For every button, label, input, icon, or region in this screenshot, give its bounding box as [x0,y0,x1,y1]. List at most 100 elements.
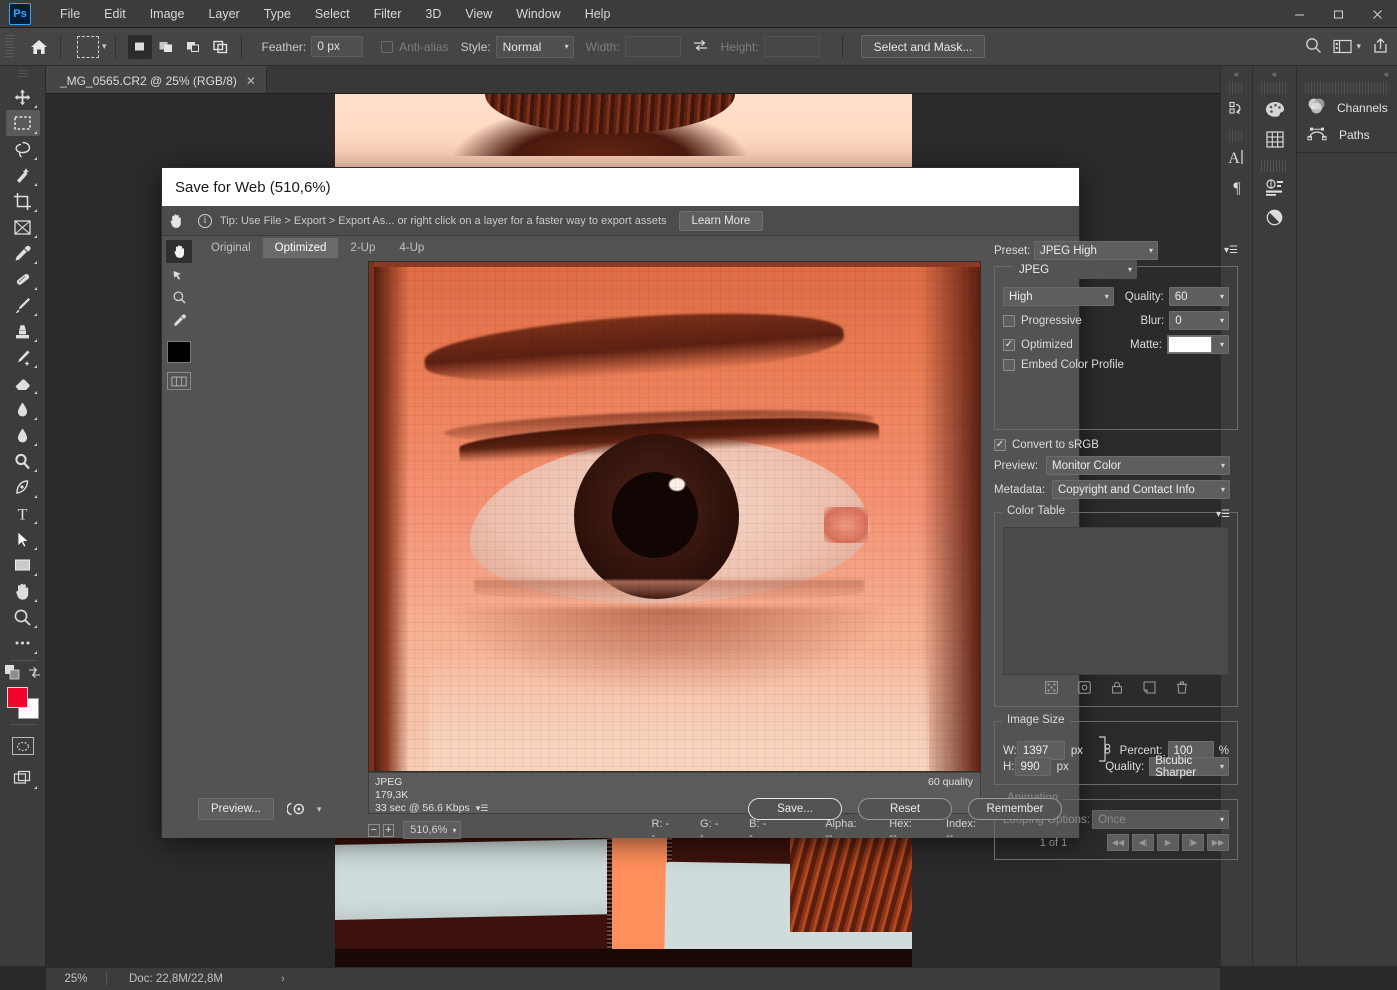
select-and-mask-button[interactable]: Select and Mask... [861,35,986,58]
file-format-select[interactable]: JPEG ▾ [1013,260,1137,279]
progressive-checkbox[interactable]: Progressive [1003,315,1112,327]
optimized-checkbox[interactable]: Optimized [1003,339,1114,351]
toggle-slices-icon[interactable] [167,372,191,390]
dock-grip[interactable] [1261,82,1288,94]
rectangle-tool[interactable] [6,552,40,578]
path-selection-tool[interactable] [6,526,40,552]
tab-optimized[interactable]: Optimized [263,238,339,258]
slice-select-tool[interactable] [166,263,192,286]
matte-color-swatch[interactable] [1168,336,1212,353]
hand-tool[interactable] [166,240,192,263]
remember-button[interactable]: Remember [968,798,1062,820]
preset-select[interactable]: JPEG High ▾ [1034,241,1158,260]
feather-input[interactable]: 0 px [311,36,363,57]
menu-image[interactable]: Image [139,3,196,25]
eyedropper-color-swatch[interactable] [167,341,191,363]
type-tool[interactable]: T [6,500,40,526]
collapse-dock-a-button[interactable]: « [1221,66,1252,82]
document-tab[interactable]: _MG_0565.CR2 @ 25% (RGB/8) ✕ [46,66,267,93]
subtract-from-selection-button[interactable] [182,35,206,59]
swatches-icon[interactable] [1253,124,1296,154]
dock-grip[interactable] [1229,130,1244,142]
collapse-dock-b-button[interactable]: « [1253,66,1296,82]
sidebar-item-channels[interactable]: Channels [1297,94,1397,121]
preset-flyout-menu-icon[interactable]: ▾☰ [1224,245,1238,256]
share-icon[interactable] [1372,37,1389,57]
play-button[interactable]: ▶ [1157,834,1179,851]
tools-panel-grip[interactable] [18,70,28,79]
delete-color-icon[interactable] [1176,681,1188,697]
frame-tool[interactable] [6,214,40,240]
collapse-dock-c-button[interactable]: « [1297,66,1397,82]
workspace-switcher[interactable]: ▾ [1333,39,1361,54]
zoom-tool[interactable] [6,604,40,630]
chevron-down-icon[interactable]: ▾ [102,41,107,52]
dock-grip[interactable] [1305,82,1389,94]
first-frame-button[interactable]: ◀◀ [1107,834,1129,851]
tab-2up[interactable]: 2-Up [338,238,387,258]
quick-selection-tool[interactable] [6,162,40,188]
chevron-down-icon[interactable]: ▾ [317,804,322,815]
learn-more-button[interactable]: Learn More [679,211,764,231]
minimize-button[interactable] [1280,0,1319,28]
intersect-with-selection-button[interactable] [209,35,233,59]
snap-to-web-icon[interactable] [1045,681,1058,697]
dock-grip[interactable] [1229,82,1244,94]
search-icon[interactable] [1305,37,1322,57]
tab-original[interactable]: Original [199,238,263,258]
compression-quality-select[interactable]: High ▾ [1003,287,1114,306]
status-zoom-level[interactable]: 25% [46,973,106,985]
menu-file[interactable]: File [49,3,91,25]
width-input[interactable] [625,36,681,57]
history-brush-tool[interactable] [6,344,40,370]
clone-stamp-tool[interactable] [6,318,40,344]
gradient-tool[interactable] [6,396,40,422]
close-icon[interactable]: ✕ [246,74,256,88]
foreground-color-swatch[interactable] [7,687,28,708]
reset-button[interactable]: Reset [858,798,952,820]
dock-grip[interactable] [1261,160,1288,172]
new-color-icon[interactable] [1143,681,1156,697]
lock-color-icon[interactable] [1111,681,1123,697]
preview-select[interactable]: Monitor Color ▾ [1046,456,1230,475]
style-select[interactable]: Normal ▾ [496,36,574,58]
character-icon[interactable]: A [1221,142,1252,172]
tab-4up[interactable]: 4-Up [387,238,436,258]
menu-filter[interactable]: Filter [363,3,413,25]
home-icon[interactable] [26,34,52,60]
lasso-tool[interactable] [6,136,40,162]
menu-help[interactable]: Help [574,3,622,25]
menu-window[interactable]: Window [505,3,571,25]
convert-to-srgb-checkbox[interactable]: Convert to sRGB [994,439,1238,451]
eraser-tool[interactable] [6,370,40,396]
tool-preset-picker[interactable]: ▾ [77,36,107,58]
next-frame-button[interactable]: |▶ [1182,834,1204,851]
blur-tool[interactable] [6,422,40,448]
more-tools-button[interactable] [6,630,40,656]
adjustments-icon[interactable] [1253,202,1296,232]
height-input[interactable] [764,36,820,57]
dodge-tool[interactable] [6,448,40,474]
brush-tool[interactable] [6,292,40,318]
close-button[interactable] [1358,0,1397,28]
layer-comps-icon[interactable] [1253,172,1296,202]
anti-alias-checkbox[interactable]: Anti-alias [381,40,448,54]
menu-view[interactable]: View [454,3,503,25]
zoom-tool[interactable] [166,286,192,309]
last-frame-button[interactable]: ▶▶ [1207,834,1229,851]
menu-edit[interactable]: Edit [93,3,137,25]
menu-3d[interactable]: 3D [414,3,452,25]
color-table-flyout-menu-icon[interactable]: ▾☰ [1216,509,1230,520]
eyedropper-tool[interactable] [166,309,192,332]
sidebar-item-paths[interactable]: Paths [1297,121,1397,148]
maximize-button[interactable] [1319,0,1358,28]
menu-layer[interactable]: Layer [197,3,250,25]
resample-quality-select[interactable]: Bicubic Sharper ▾ [1149,757,1229,776]
previous-frame-button[interactable]: ◀| [1132,834,1154,851]
save-button[interactable]: Save... [748,798,842,820]
spot-healing-brush-tool[interactable] [6,266,40,292]
looping-options-select[interactable]: Once ▾ [1092,810,1229,829]
color-swatches[interactable] [6,686,40,720]
blur-input[interactable]: 0 ▾ [1169,311,1229,330]
image-preview[interactable] [368,261,981,772]
